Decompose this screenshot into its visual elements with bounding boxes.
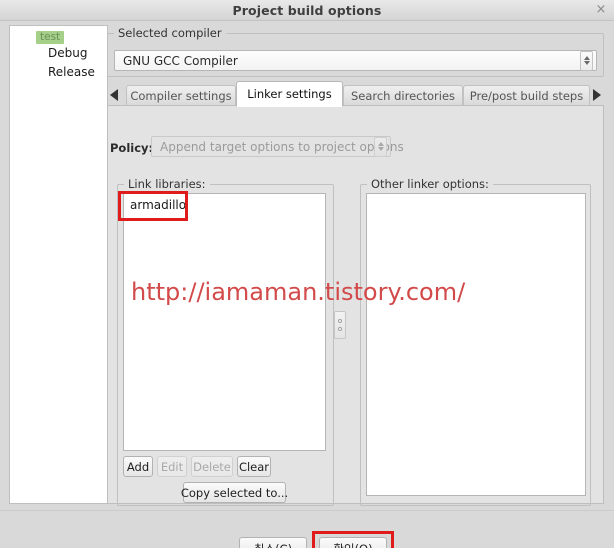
tab-linker-settings[interactable]: Linker settings xyxy=(236,81,343,107)
chevron-updown-icon[interactable] xyxy=(374,136,387,157)
close-icon[interactable]: × xyxy=(594,3,608,17)
targets-tree[interactable]: test Debug Release xyxy=(9,25,108,504)
other-linker-options-textarea[interactable] xyxy=(366,193,586,496)
policy-select-value: Append target options to project options xyxy=(160,139,404,154)
compiler-select[interactable]: GNU GCC Compiler xyxy=(114,50,597,71)
compiler-select-value: GNU GCC Compiler xyxy=(123,53,238,68)
watermark-text: http://iamaman.tistory.com/ xyxy=(131,278,466,306)
link-libraries-list[interactable]: armadillo xyxy=(123,193,326,451)
policy-select[interactable]: Append target options to project options xyxy=(151,136,404,157)
window-title: Project build options xyxy=(232,3,382,18)
panel-splitter-handle[interactable] xyxy=(334,311,346,339)
ok-button[interactable]: 확인(O) xyxy=(319,537,387,548)
other-linker-options-label: Other linker options: xyxy=(367,177,493,191)
link-libraries-label: Link libraries: xyxy=(124,177,210,191)
copy-selected-to-button[interactable]: Copy selected to... xyxy=(181,482,288,503)
tab-scroll-right-icon[interactable] xyxy=(590,86,604,104)
chevron-updown-icon[interactable] xyxy=(580,50,593,71)
delete-button: Delete xyxy=(191,456,233,477)
tab-compiler-settings[interactable]: Compiler settings xyxy=(126,85,236,106)
policy-label: Policy: xyxy=(110,141,154,155)
dialog-footer xyxy=(0,510,614,548)
tab-scroll-left-icon[interactable] xyxy=(107,86,121,104)
project-build-options-dialog: Project build options × test Debug Relea… xyxy=(0,0,614,548)
clear-button[interactable]: Clear xyxy=(237,456,271,477)
add-button[interactable]: Add xyxy=(123,456,153,477)
tree-item-release[interactable]: Release xyxy=(48,65,95,79)
cancel-button[interactable]: 취소(C) xyxy=(239,537,307,548)
dialog-body: test Debug Release Selected compiler GNU… xyxy=(0,21,614,548)
tree-item-test[interactable]: test xyxy=(36,31,65,44)
tree-item-debug[interactable]: Debug xyxy=(48,46,87,60)
tab-search-directories[interactable]: Search directories xyxy=(343,85,463,106)
list-item-armadillo[interactable]: armadillo xyxy=(130,198,186,212)
edit-button: Edit xyxy=(157,456,187,477)
title-bar: Project build options × xyxy=(0,0,614,21)
selected-compiler-label: Selected compiler xyxy=(114,26,226,40)
tab-prepost-build-steps[interactable]: Pre/post build steps xyxy=(463,85,590,106)
tab-strip: Compiler settings Linker settings Search… xyxy=(107,81,604,107)
